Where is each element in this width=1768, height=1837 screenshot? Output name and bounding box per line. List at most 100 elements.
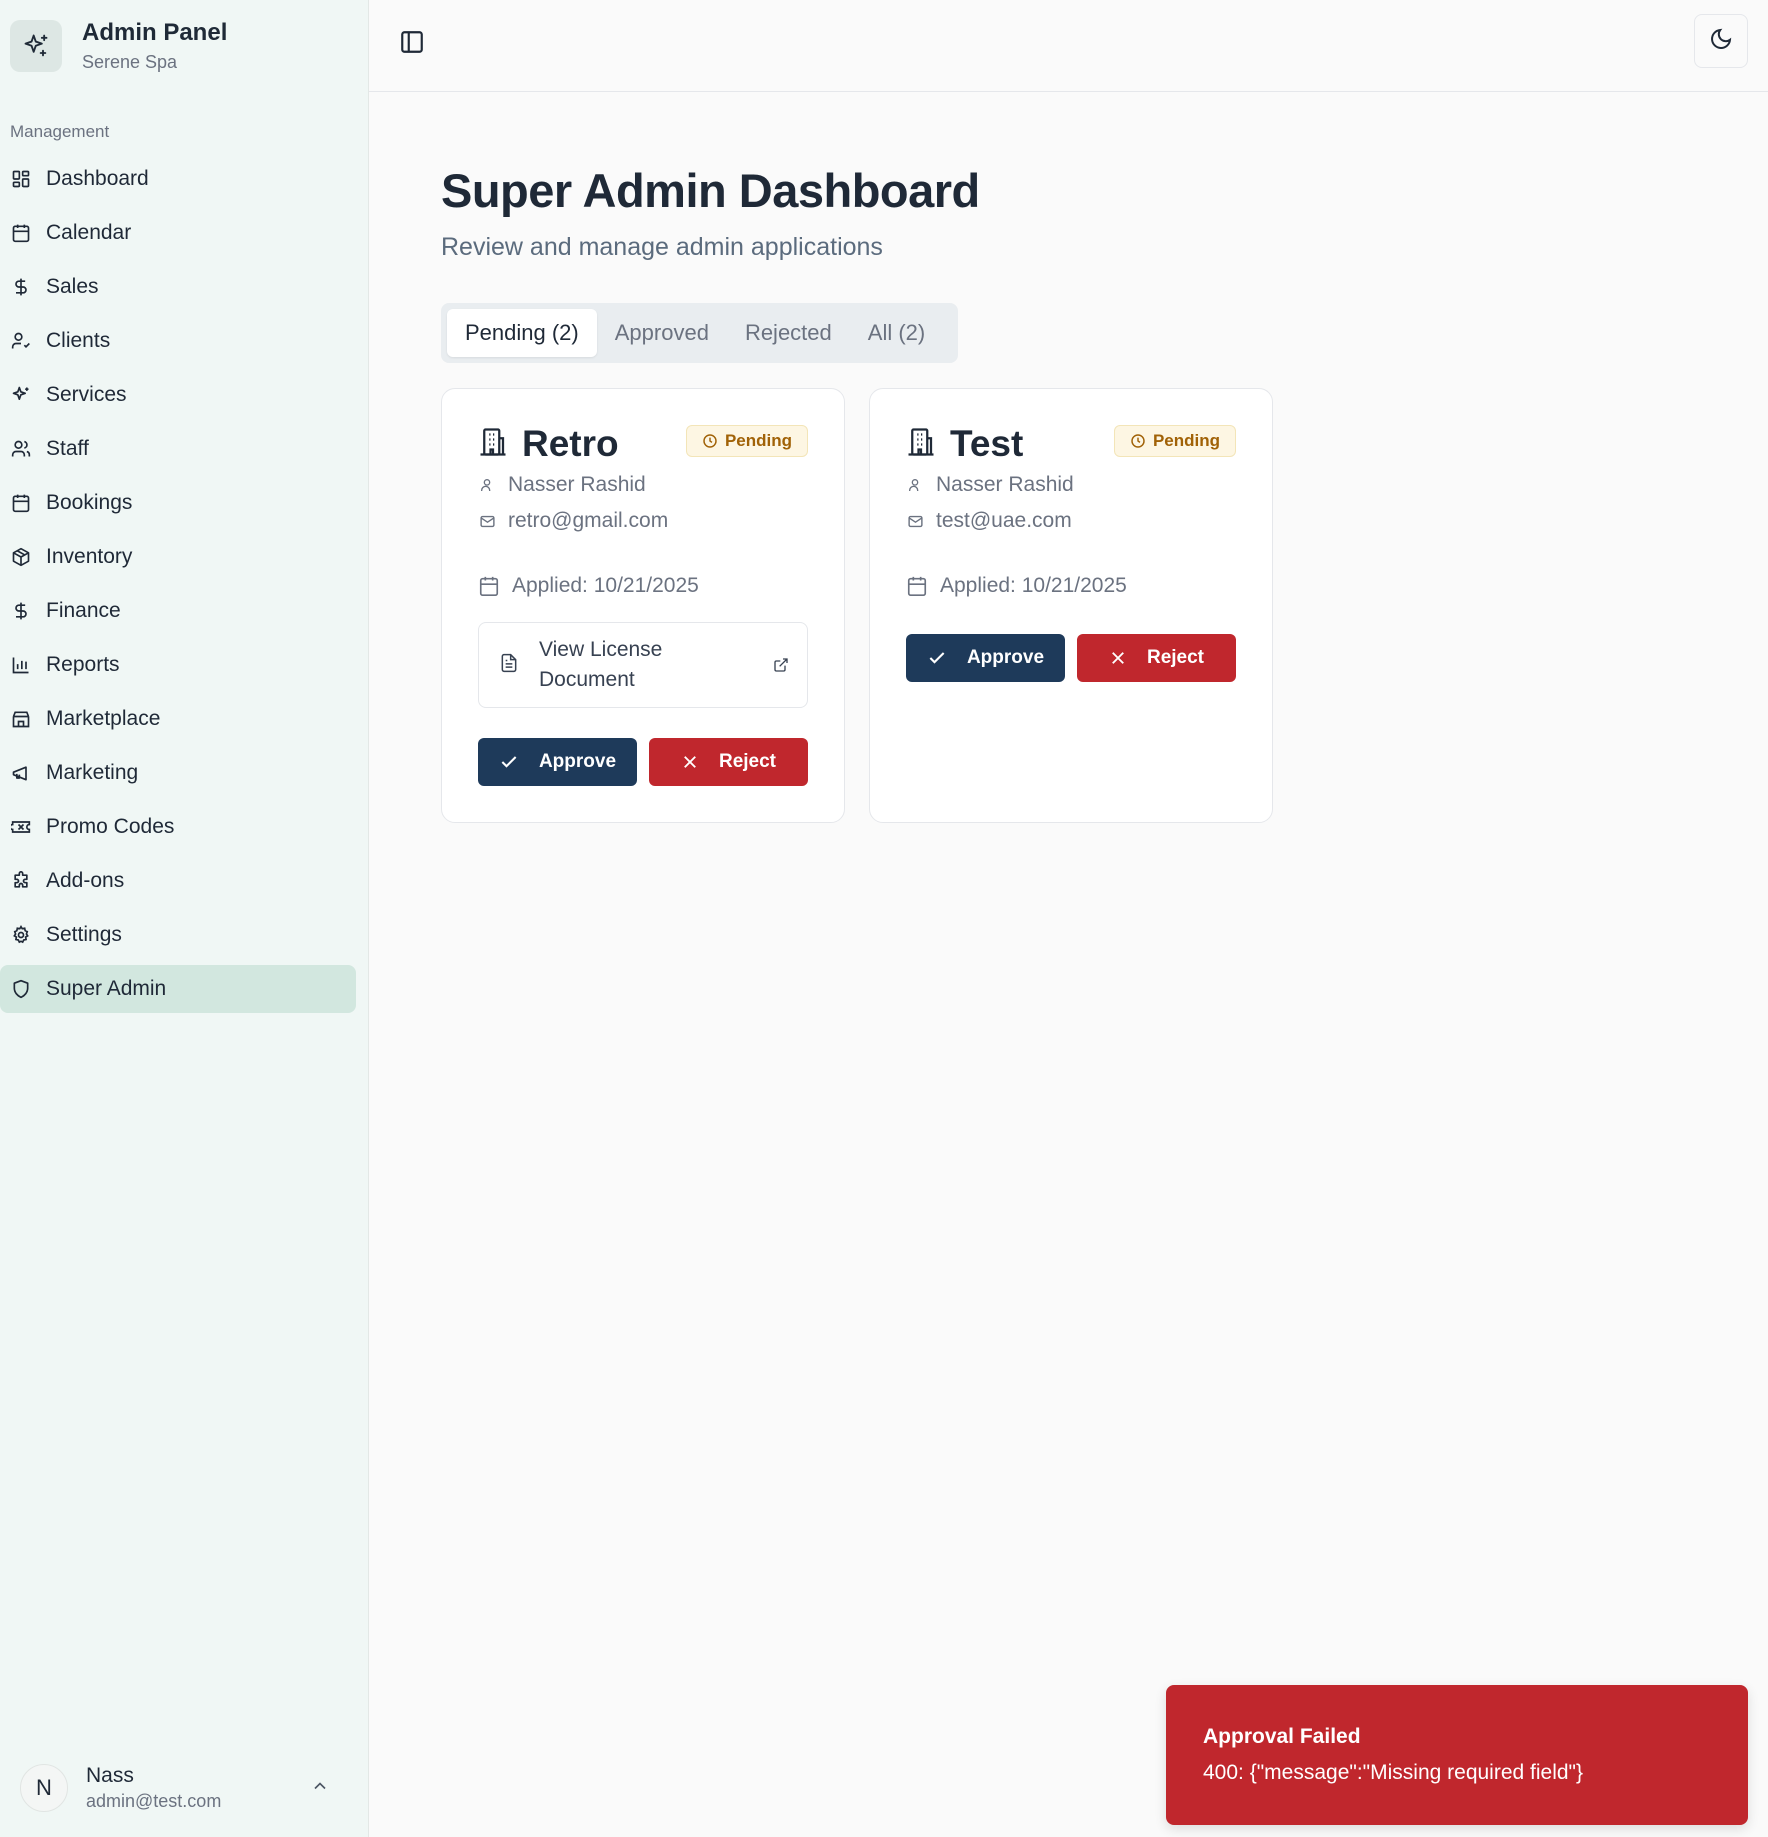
email-row: retro@gmail.com	[478, 509, 668, 533]
brand-subtitle: Serene Spa	[82, 52, 178, 72]
card-title: Retro	[522, 423, 619, 464]
clock-icon	[1130, 433, 1146, 449]
sparkles-icon	[10, 384, 32, 406]
sidebar-item-staff[interactable]: Staff	[0, 425, 356, 473]
brand: Admin Panel Serene Spa	[10, 18, 227, 74]
close-icon	[1109, 649, 1127, 667]
toast-message: 400: {"message":"Missing required field"…	[1203, 1761, 1584, 1784]
shield-icon	[10, 978, 32, 1000]
user-name: Nass	[86, 1764, 134, 1787]
sidebar-item-super-admin[interactable]: Super Admin	[0, 965, 356, 1013]
sparkles-icon	[10, 20, 62, 72]
sidebar-item-label: Sales	[46, 275, 99, 298]
page-subtitle: Review and manage admin applications	[441, 233, 883, 261]
reject-button[interactable]: Reject	[1077, 634, 1236, 682]
sidebar-item-promo-codes[interactable]: Promo Codes	[0, 803, 356, 851]
sidebar-item-label: Marketplace	[46, 707, 161, 730]
page-title: Super Admin Dashboard	[441, 164, 980, 217]
sidebar-item-label: Promo Codes	[46, 815, 175, 838]
sidebar-item-dashboard[interactable]: Dashboard	[0, 155, 356, 203]
reject-label: Reject	[718, 751, 777, 772]
owner-row: Nasser Rashid	[478, 473, 646, 497]
sidebar-item-clients[interactable]: Clients	[0, 317, 356, 365]
approve-button[interactable]: Approve	[906, 634, 1065, 682]
sidebar-item-marketing[interactable]: Marketing	[0, 749, 356, 797]
theme-toggle-button[interactable]	[1694, 14, 1748, 68]
error-toast[interactable]: Approval Failed 400: {"message":"Missing…	[1166, 1685, 1748, 1825]
check-icon	[927, 648, 947, 668]
building-icon	[478, 427, 508, 462]
sidebar-toggle-icon[interactable]	[399, 29, 425, 55]
moon-icon	[1709, 27, 1733, 56]
external-link-icon	[773, 657, 789, 678]
sidebar-item-bookings[interactable]: Bookings	[0, 479, 356, 527]
card-title: Test	[950, 423, 1024, 464]
package-icon	[10, 546, 32, 568]
applied-row: Applied: 10/21/2025	[906, 574, 1127, 598]
tab-pending[interactable]: Pending (2)	[447, 309, 597, 357]
avatar: N	[20, 1764, 68, 1812]
sidebar-item-label: Marketing	[46, 761, 139, 784]
calendar-icon	[10, 222, 32, 244]
approve-button[interactable]: Approve	[478, 738, 637, 786]
sidebar-item-add-ons[interactable]: Add-ons	[0, 857, 356, 905]
applied-row: Applied: 10/21/2025	[478, 574, 699, 598]
user-email: admin@test.com	[86, 1791, 222, 1811]
tab-all[interactable]: All (2)	[850, 309, 943, 357]
sidebar-item-inventory[interactable]: Inventory	[0, 533, 356, 581]
email-value: retro@gmail.com	[508, 509, 669, 532]
toast-title: Approval Failed	[1203, 1725, 1361, 1748]
chevron-up-icon	[310, 1776, 330, 1801]
calendar-icon	[478, 575, 500, 597]
applied-date: Applied: 10/21/2025	[940, 574, 1127, 597]
sidebar-item-label: Calendar	[46, 221, 132, 244]
sidebar-item-calendar[interactable]: Calendar	[0, 209, 356, 257]
sidebar-item-label: Clients	[46, 329, 111, 352]
section-label: Management	[10, 122, 110, 141]
owner-name: Nasser Rashid	[936, 473, 1074, 496]
tab-rejected[interactable]: Rejected	[727, 309, 850, 357]
sidebar-item-label: Inventory	[46, 545, 133, 568]
sidebar-item-reports[interactable]: Reports	[0, 641, 356, 689]
user-menu[interactable]: N Nass admin@test.com	[20, 1760, 340, 1816]
tab-approved[interactable]: Approved	[597, 309, 727, 357]
sidebar-item-label: Super Admin	[46, 977, 167, 1000]
close-icon	[681, 753, 699, 771]
ticket-icon	[10, 816, 32, 838]
email-row: test@uae.com	[906, 509, 1072, 533]
user-check-icon	[10, 330, 32, 352]
sidebar-item-label: Staff	[46, 437, 89, 460]
owner-name: Nasser Rashid	[508, 473, 646, 496]
gear-icon	[10, 924, 32, 946]
reject-button[interactable]: Reject	[649, 738, 808, 786]
sidebar: Admin Panel Serene Spa Management Dashbo…	[0, 0, 369, 1837]
puzzle-icon	[10, 870, 32, 892]
calendar-icon	[10, 492, 32, 514]
approve-label: Approve	[966, 647, 1045, 668]
view-license-button[interactable]: View License Document	[478, 622, 808, 708]
clock-icon	[702, 433, 718, 449]
user-icon	[906, 477, 924, 493]
sidebar-item-label: Services	[46, 383, 127, 406]
sidebar-item-services[interactable]: Services	[0, 371, 356, 419]
sidebar-item-label: Settings	[46, 923, 122, 946]
dollar-icon	[10, 600, 32, 622]
sidebar-item-sales[interactable]: Sales	[0, 263, 356, 311]
megaphone-icon	[10, 762, 32, 784]
sidebar-item-settings[interactable]: Settings	[0, 911, 356, 959]
view-license-label: View License Document	[539, 638, 663, 691]
sidebar-item-marketplace[interactable]: Marketplace	[0, 695, 356, 743]
email-value: test@uae.com	[936, 509, 1072, 532]
owner-row: Nasser Rashid	[906, 473, 1074, 497]
file-icon	[499, 652, 519, 679]
users-icon	[10, 438, 32, 460]
topbar	[369, 0, 1768, 92]
calendar-icon	[906, 575, 928, 597]
status-tabs: Pending (2) Approved Rejected All (2)	[441, 303, 958, 363]
sidebar-item-finance[interactable]: Finance	[0, 587, 356, 635]
building-icon	[906, 427, 936, 462]
status-badge: Pending	[1113, 425, 1236, 457]
applied-date: Applied: 10/21/2025	[512, 574, 699, 597]
sidebar-item-label: Dashboard	[46, 167, 149, 190]
sidebar-nav: Dashboard Calendar Sales Clients Service…	[0, 155, 356, 1019]
